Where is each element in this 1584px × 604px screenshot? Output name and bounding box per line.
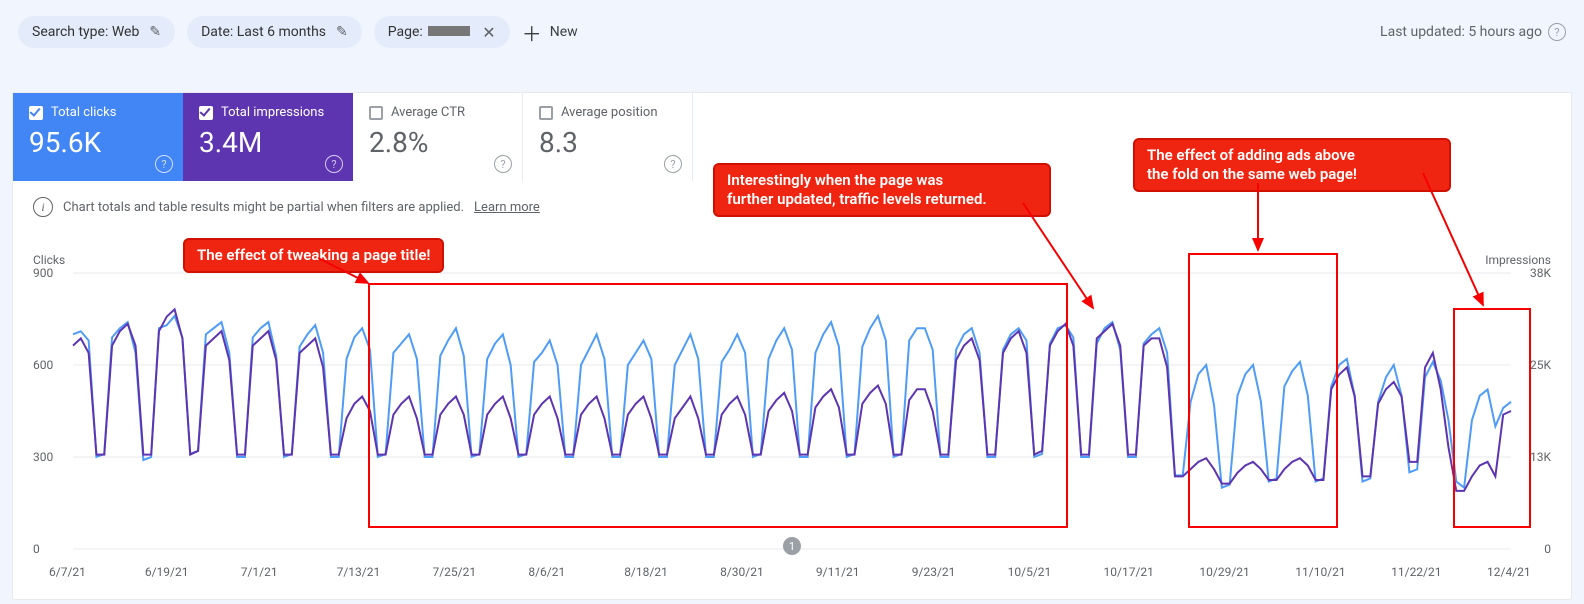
last-updated: Last updated: 5 hours ago ? <box>1380 23 1566 41</box>
performance-panel: Total clicks 95.6K ? Total impressions 3… <box>12 92 1572 600</box>
filter-bar: Search type: Web ✎ Date: Last 6 months ✎… <box>12 12 1572 48</box>
pencil-icon: ✎ <box>149 24 161 40</box>
metric-average-ctr[interactable]: Average CTR 2.8% ? <box>353 93 523 181</box>
checkbox-icon <box>199 106 213 120</box>
annotation-arrows <box>33 253 1551 599</box>
filter-chip-date[interactable]: Date: Last 6 months ✎ <box>187 16 362 48</box>
checkbox-icon <box>29 106 43 120</box>
filter-chip-label: Search type: Web <box>32 24 139 40</box>
info-icon: i <box>33 197 53 217</box>
filter-chip-page[interactable]: Page: ✕ <box>374 16 510 48</box>
metric-total-clicks[interactable]: Total clicks 95.6K ? <box>13 93 183 181</box>
annotation-update-return: Interestingly when the page wasfurther u… <box>713 163 1051 217</box>
close-icon[interactable]: ✕ <box>482 23 495 42</box>
checkbox-icon <box>369 106 383 120</box>
annotation-ads-effect: The effect of adding ads abovethe fold o… <box>1133 138 1451 192</box>
chart: Clicks Impressions 900600300038K25K13K06… <box>33 253 1551 599</box>
new-label: New <box>550 24 578 40</box>
metric-average-position[interactable]: Average position 8.3 ? <box>523 93 693 181</box>
add-filter-button[interactable]: ＋ New <box>522 16 578 48</box>
learn-more-link[interactable]: Learn more <box>474 200 540 215</box>
help-icon[interactable]: ? <box>1548 23 1566 41</box>
plus-icon: ＋ <box>522 18 542 47</box>
filter-chip-search-type[interactable]: Search type: Web ✎ <box>18 16 175 48</box>
help-icon[interactable]: ? <box>155 155 173 173</box>
metric-total-impressions[interactable]: Total impressions 3.4M ? <box>183 93 353 181</box>
help-icon[interactable]: ? <box>494 155 512 173</box>
help-icon[interactable]: ? <box>325 155 343 173</box>
help-icon[interactable]: ? <box>664 155 682 173</box>
redacted-text <box>428 26 470 36</box>
pencil-icon: ✎ <box>336 24 348 40</box>
filter-chip-label: Page: <box>388 24 473 40</box>
filter-chip-label: Date: Last 6 months <box>201 24 326 40</box>
checkbox-icon <box>539 106 553 120</box>
